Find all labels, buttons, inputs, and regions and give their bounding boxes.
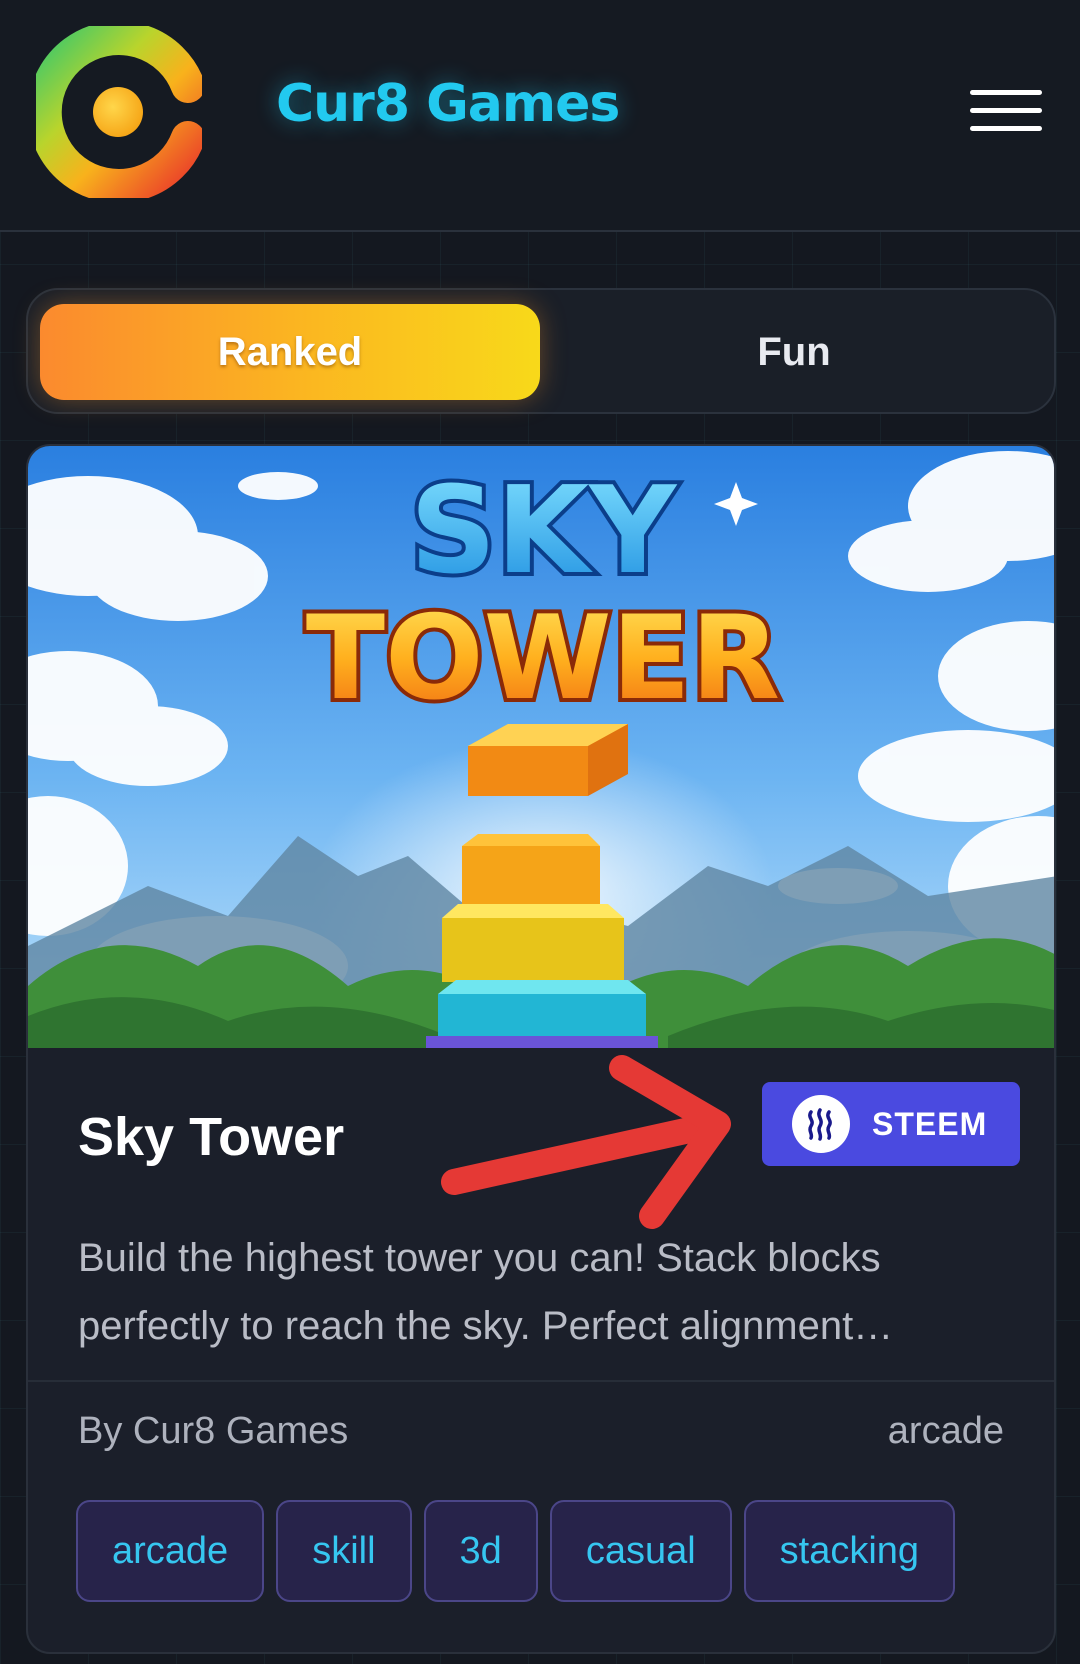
brand-name[interactable]: Cur8 Games — [276, 74, 620, 134]
banner-title-sky: SKY — [410, 462, 678, 601]
hamburger-menu-icon[interactable] — [970, 88, 1046, 136]
steem-label: STEEM — [872, 1105, 988, 1142]
cur8-logo-icon[interactable] — [27, 21, 205, 203]
game-description: Build the highest tower you can! Stack b… — [78, 1236, 894, 1348]
game-card[interactable]: SKY TOWER Sky Tower STEEM Build the high… — [26, 444, 1056, 1654]
banner-title-tower: TOWER — [306, 591, 780, 726]
tag-skill[interactable]: skill — [276, 1500, 412, 1602]
game-author: By Cur8 Games — [78, 1410, 349, 1452]
game-category: arcade — [887, 1410, 1004, 1452]
steem-token-badge[interactable]: STEEM — [762, 1082, 1020, 1166]
app-header: Cur8 Games — [0, 0, 1080, 232]
tag-list: arcade skill 3d casual stacking — [76, 1500, 1006, 1602]
game-banner-image[interactable]: SKY TOWER — [28, 446, 1054, 1048]
tag-arcade[interactable]: arcade — [76, 1500, 265, 1602]
steem-logo-icon — [792, 1095, 850, 1153]
tab-fun[interactable]: Fun — [544, 304, 1044, 400]
tag-stacking[interactable]: stacking — [743, 1500, 956, 1602]
tab-ranked[interactable]: Ranked — [40, 304, 540, 400]
card-divider — [28, 1380, 1054, 1382]
tag-casual[interactable]: casual — [549, 1500, 732, 1602]
mode-switch: Ranked Fun — [26, 288, 1056, 414]
tag-3d[interactable]: 3d — [423, 1500, 538, 1602]
game-title[interactable]: Sky Tower — [78, 1106, 344, 1168]
